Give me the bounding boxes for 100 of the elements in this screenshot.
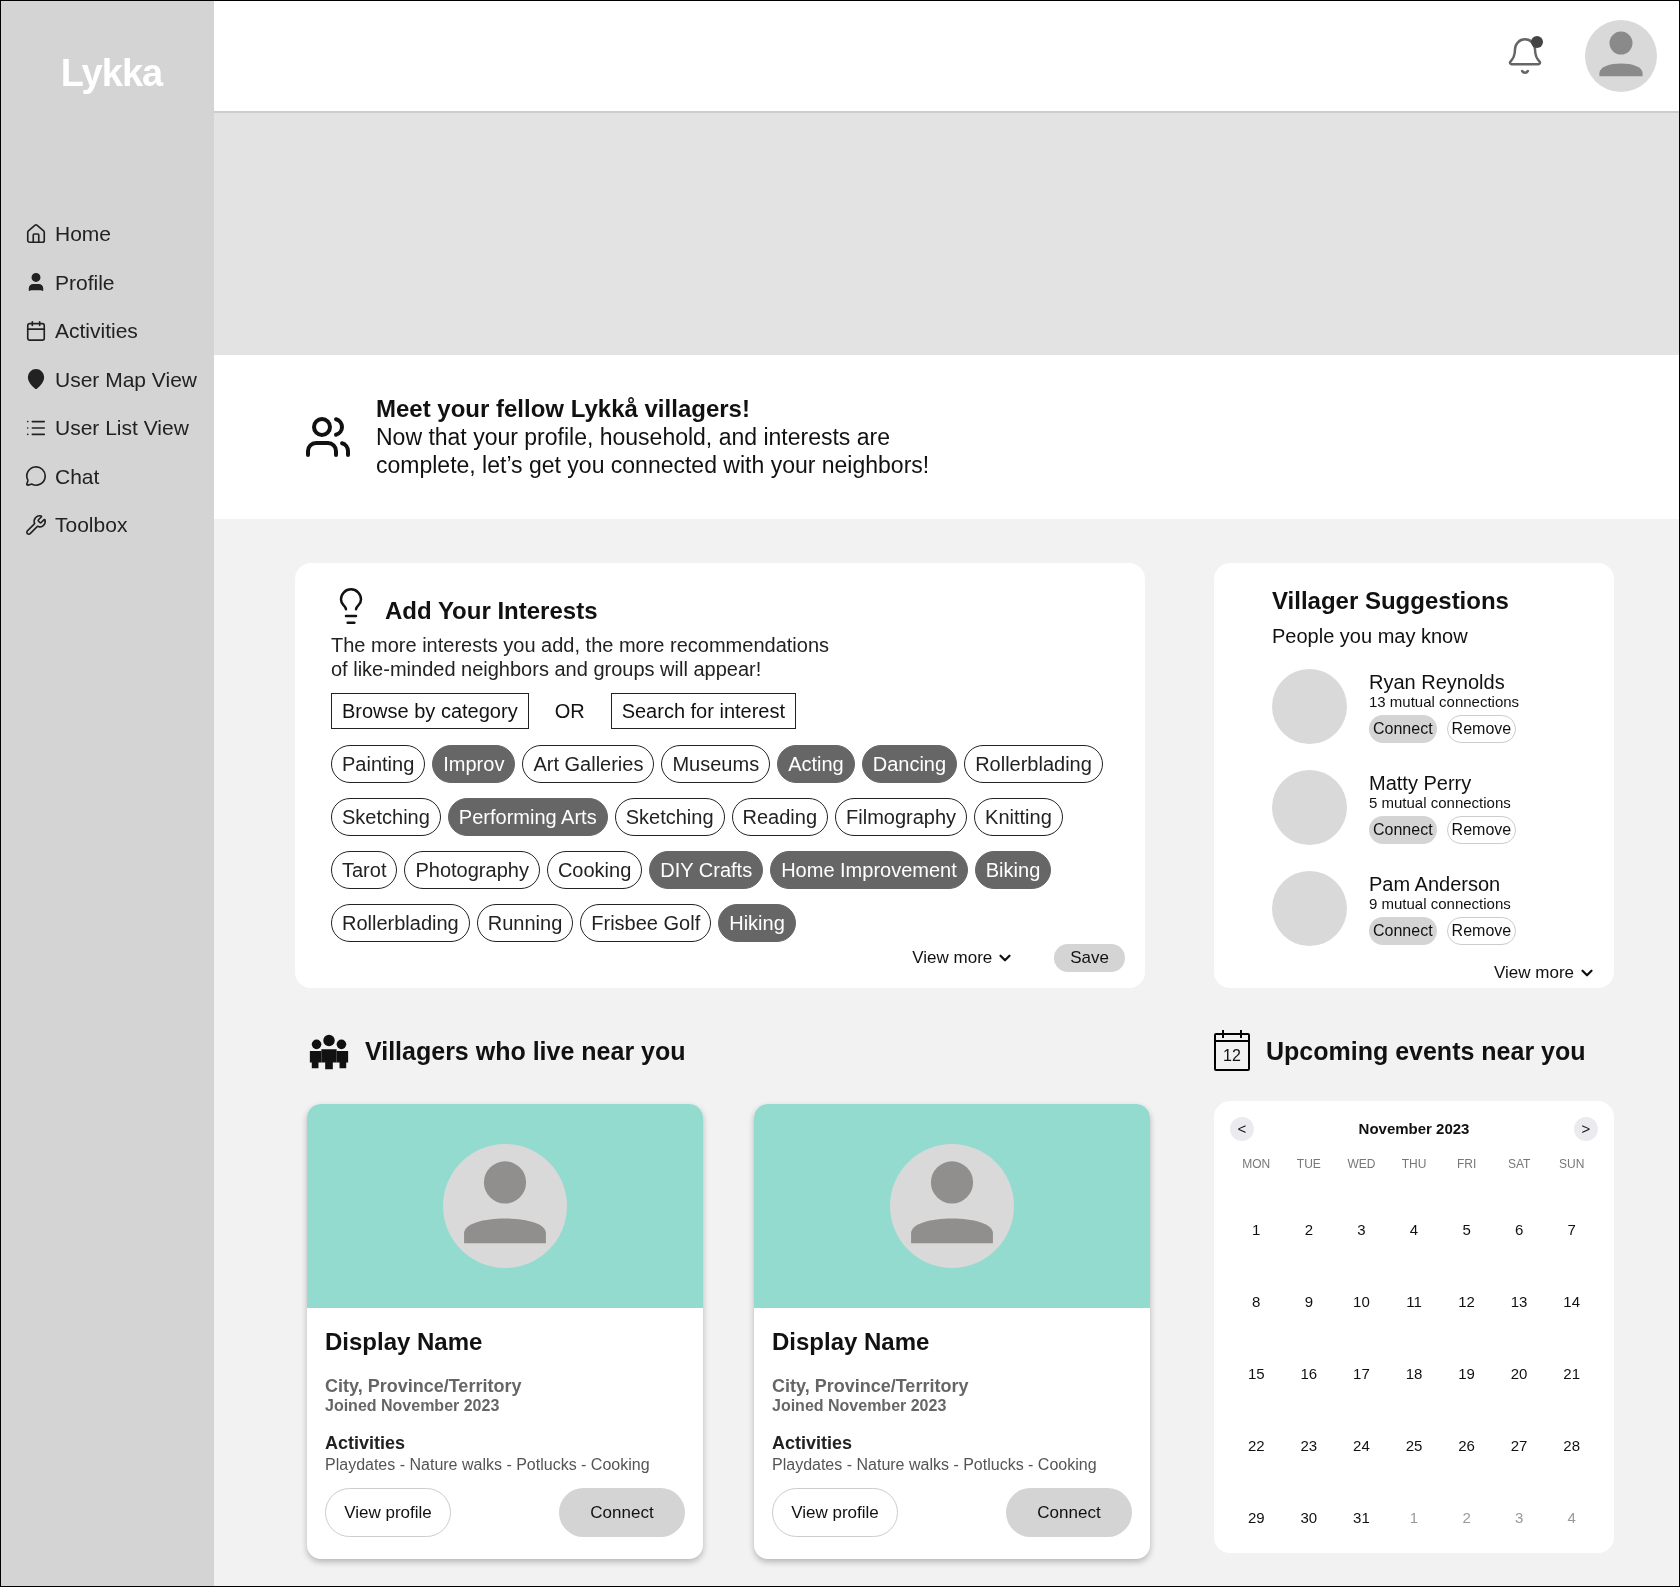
next-month-button[interactable]: >	[1574, 1117, 1598, 1141]
connect-button[interactable]: Connect	[1369, 815, 1437, 844]
interest-chip[interactable]: Rollerblading	[331, 904, 470, 942]
calendar-day[interactable]: 4	[1409, 1219, 1419, 1241]
map-pin-icon	[25, 368, 47, 391]
person-name: Pam Anderson	[1369, 872, 1502, 895]
display-name: Display Name	[772, 1327, 931, 1357]
calendar-day[interactable]: 29	[1247, 1507, 1265, 1529]
calendar-day[interactable]: 5	[1462, 1219, 1471, 1241]
activities-list: Playdates - Nature walks - Potlucks - Cooking	[772, 1454, 1132, 1476]
connect-button[interactable]: Connect	[1006, 1488, 1132, 1537]
interest-chip[interactable]: Biking	[974, 851, 1052, 889]
nav-item[interactable]: Profile	[25, 266, 115, 298]
calendar-day[interactable]: 19	[1458, 1363, 1475, 1385]
calendar-day[interactable]: 17	[1353, 1363, 1370, 1385]
interest-chip[interactable]: Running	[476, 904, 574, 942]
calendar-day[interactable]: 20	[1510, 1363, 1528, 1385]
browse-button[interactable]: Browse by category	[331, 693, 529, 729]
calendar-day[interactable]: 27	[1510, 1435, 1528, 1457]
calendar-day[interactable]: 22	[1247, 1435, 1265, 1457]
intro-text: Now that your profile, household, and interests are complete, let’s get you connected with your neighbors!	[376, 423, 930, 479]
calendar-day[interactable]: 23	[1300, 1435, 1318, 1457]
connect-button[interactable]: Connect	[1369, 916, 1437, 945]
calendar-day[interactable]: 24	[1353, 1435, 1370, 1457]
connect-button[interactable]: Connect	[559, 1488, 685, 1537]
weekday-label: SUN	[1559, 1156, 1585, 1173]
mutual-connections: 5 mutual connections	[1369, 793, 1512, 812]
intro-title: Meet your fellow Lykkå villagers!	[376, 395, 751, 423]
nav-item[interactable]: Chat	[25, 460, 100, 492]
nav-item[interactable]: Home	[25, 218, 112, 250]
calendar-day[interactable]: 16	[1300, 1363, 1318, 1385]
calendar-day[interactable]: 7	[1567, 1219, 1576, 1241]
interest-chip[interactable]: Art Galleries	[522, 745, 655, 783]
interest-chip[interactable]: Cooking	[546, 851, 643, 889]
calendar-day[interactable]: 28	[1563, 1435, 1581, 1457]
calendar-day[interactable]: 12	[1458, 1291, 1475, 1313]
location: City, Province/Territory	[772, 1376, 970, 1396]
weekday-label: WED	[1347, 1156, 1376, 1173]
calendar-day[interactable]: 6	[1514, 1219, 1524, 1241]
weekday-label: FRI	[1456, 1156, 1477, 1173]
interest-chip[interactable]: Acting	[777, 745, 855, 783]
nav-item[interactable]: User List View	[25, 412, 189, 444]
person-name: Matty Perry	[1369, 771, 1473, 794]
previous-month-button[interactable]: <	[1230, 1117, 1254, 1141]
activities-label: Activities	[325, 1432, 407, 1454]
nav-item[interactable]: User Map View	[25, 363, 197, 395]
location: City, Province/Territory	[325, 1376, 523, 1396]
interest-chip[interactable]: Performing Arts	[447, 798, 608, 836]
connect-button[interactable]: Connect	[1369, 714, 1437, 743]
activities-list: Playdates - Nature walks - Potlucks - Cooking	[325, 1454, 685, 1476]
calendar-day[interactable]: 10	[1353, 1291, 1370, 1313]
calendar-day[interactable]: 21	[1563, 1363, 1581, 1385]
calendar-day[interactable]: 31	[1353, 1507, 1370, 1529]
interest-chip[interactable]: Hiking	[718, 904, 796, 942]
interest-chip[interactable]: Frisbee Golf	[580, 904, 712, 942]
interest-chip[interactable]: Home Improvement	[770, 851, 968, 889]
calendar-day[interactable]: 14	[1563, 1291, 1581, 1313]
interest-chip[interactable]: Rollerblading	[964, 745, 1103, 783]
save-button[interactable]: Save	[1054, 944, 1125, 972]
interest-chip[interactable]: Sketching	[614, 798, 725, 836]
home-icon	[25, 222, 47, 245]
calendar-day[interactable]: 30	[1300, 1507, 1318, 1529]
calendar-day[interactable]: 2	[1304, 1219, 1313, 1241]
joined-date: Joined November 2023	[325, 1396, 501, 1416]
weekday-label: TUE	[1296, 1156, 1321, 1173]
calendar-day[interactable]: 26	[1458, 1435, 1475, 1457]
interest-chip[interactable]: Knitting	[974, 798, 1063, 836]
view-more-link[interactable]: View more	[912, 945, 1015, 971]
joined-date: Joined November 2023	[772, 1396, 948, 1416]
interest-chip[interactable]: Reading	[731, 798, 829, 836]
avatar-icon	[443, 1144, 567, 1268]
interest-chip[interactable]: Tarot	[331, 851, 398, 889]
calendar-day[interactable]: 13	[1510, 1291, 1528, 1313]
weekday-label: MON	[1242, 1156, 1271, 1173]
interest-chip[interactable]: Filmography	[835, 798, 968, 836]
wrench-icon	[25, 513, 47, 536]
interest-chip[interactable]: Dancing	[861, 745, 958, 783]
nav-item[interactable]: Toolbox	[25, 509, 128, 541]
calendar-day[interactable]: 9	[1304, 1291, 1313, 1313]
calendar-day[interactable]: 8	[1252, 1291, 1261, 1313]
interest-chip[interactable]: Photography	[404, 851, 540, 889]
calendar-day[interactable]: 18	[1405, 1363, 1423, 1385]
view-more-link[interactable]: View more	[1494, 960, 1596, 986]
month-title: November 2023	[1358, 1118, 1470, 1139]
interest-chip[interactable]: Sketching	[331, 798, 441, 836]
calendar-date-icon: 12	[1214, 1033, 1250, 1071]
calendar-day[interactable]: 1	[1252, 1219, 1261, 1241]
interest-chip[interactable]: Improv	[432, 745, 516, 783]
nav-item[interactable]: Activities	[25, 315, 138, 347]
calendar-day[interactable]: 15	[1247, 1363, 1265, 1385]
interest-chip[interactable]: Museums	[661, 745, 771, 783]
section-title: Upcoming events near you	[1266, 1036, 1586, 1068]
calendar-day[interactable]: 3	[1357, 1219, 1366, 1241]
search-button[interactable]: Search for interest	[610, 693, 797, 729]
calendar-day[interactable]: 11	[1406, 1291, 1422, 1313]
chat-bubble-icon	[25, 465, 47, 488]
display-name: Display Name	[325, 1327, 484, 1357]
calendar-day[interactable]: 25	[1405, 1435, 1423, 1457]
interest-chip[interactable]: Painting	[331, 745, 426, 783]
interest-chip[interactable]: DIY Crafts	[649, 851, 764, 889]
